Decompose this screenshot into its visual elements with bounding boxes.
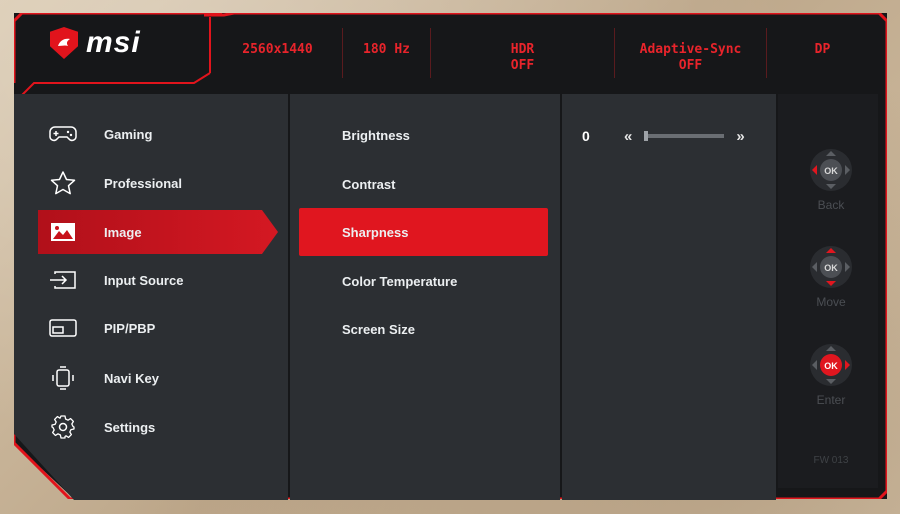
submenu-label: Sharpness — [342, 224, 409, 240]
input-icon — [48, 267, 78, 293]
pip-icon — [48, 315, 78, 341]
menu-item-label: Navi Key — [104, 370, 159, 386]
menu-item-label: PIP/PBP — [104, 320, 156, 336]
navi-key-enter: OK Enter — [806, 341, 856, 407]
image-icon — [48, 219, 78, 245]
sharpness-value: 0 — [582, 128, 590, 144]
star-icon — [48, 170, 78, 196]
submenu-brightness[interactable]: Brightness — [299, 111, 548, 159]
input-status: DP — [814, 42, 831, 57]
resolution-status: 2560x1440 — [213, 28, 343, 78]
menu-item-gaming[interactable]: Gaming — [38, 116, 278, 152]
navi-key-label: Move — [816, 295, 846, 309]
menu-item-input-source[interactable]: Input Source — [38, 262, 278, 298]
submenu-color-temperature[interactable]: Color Temperature — [299, 257, 548, 305]
navi-key-label: Back — [817, 198, 845, 212]
submenu-label: Brightness — [342, 127, 410, 143]
menu-item-label: Gaming — [104, 126, 153, 142]
sharpness-slider[interactable] — [644, 131, 725, 141]
brand-name: msi — [86, 26, 141, 59]
decrease-arrow-icon[interactable]: « — [624, 128, 632, 145]
gear-icon — [48, 414, 78, 440]
ok-label: OK — [824, 263, 838, 273]
navi-key-label: Enter — [816, 393, 846, 407]
menu-item-image[interactable]: Image — [38, 210, 278, 254]
dragon-shield-icon — [50, 27, 78, 59]
menu-item-navi-key[interactable]: Navi Key — [38, 360, 278, 396]
menu-item-settings[interactable]: Settings — [38, 409, 278, 445]
joystick-back-icon: OK — [810, 149, 852, 191]
menu-item-label: Image — [104, 224, 142, 240]
sharpness-control: 0 « » — [582, 126, 762, 146]
submenu-label: Contrast — [342, 176, 396, 192]
increase-arrow-icon[interactable]: » — [736, 128, 744, 145]
submenu-label: Color Temperature — [342, 273, 458, 289]
submenu-contrast[interactable]: Contrast — [299, 160, 548, 208]
submenu-sharpness[interactable]: Sharpness — [299, 208, 548, 256]
navi-key-icon — [48, 365, 78, 391]
navi-key-move: OK Move — [806, 243, 856, 309]
ok-label: OK — [824, 166, 838, 176]
refresh-rate-status: 180 Hz — [343, 28, 431, 78]
ok-label: OK — [824, 361, 838, 371]
menu-item-label: Settings — [104, 419, 156, 435]
value-panel — [562, 94, 776, 500]
slider-knob[interactable] — [644, 131, 649, 141]
menu-item-pip-pbp[interactable]: PIP/PBP — [38, 310, 278, 346]
firmware-version: FW 013 — [813, 455, 849, 466]
submenu-label: Screen Size — [342, 321, 415, 337]
msi-logo: msi — [50, 26, 141, 60]
navi-key-back: OK Back — [806, 146, 856, 212]
gamepad-icon — [48, 121, 78, 147]
hdr-status: HDR OFF — [431, 28, 615, 78]
menu-item-label: Professional — [104, 175, 183, 191]
menu-item-label: Input Source — [104, 272, 184, 288]
submenu-screen-size[interactable]: Screen Size — [299, 305, 548, 353]
status-bar: 2560x1440 180 Hz HDR OFF Adaptive-Sync O… — [213, 28, 878, 80]
joystick-move-icon: OK — [810, 246, 852, 288]
joystick-enter-icon: OK — [810, 344, 852, 386]
adaptive-sync-status: Adaptive-Sync OFF — [615, 28, 767, 78]
menu-item-professional[interactable]: Professional — [38, 165, 278, 201]
